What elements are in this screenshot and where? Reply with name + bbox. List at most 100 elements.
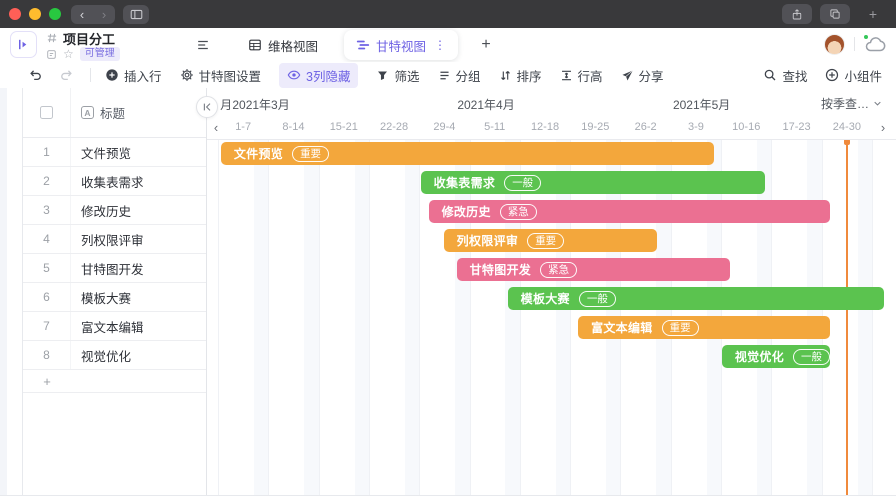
weekend-shade xyxy=(355,140,369,495)
row-title[interactable]: 视觉优化 xyxy=(71,346,131,365)
priority-badge: 重要 xyxy=(527,233,564,249)
add-view-button[interactable]: + xyxy=(476,36,496,54)
redo-button[interactable] xyxy=(59,68,74,82)
back-button[interactable]: ‹ xyxy=(71,5,93,24)
field-title-header[interactable]: A 标题 xyxy=(71,103,206,122)
new-window-tab-button[interactable]: + xyxy=(858,4,888,24)
add-row-button[interactable]: + xyxy=(23,370,206,393)
search-icon xyxy=(763,68,777,82)
gear-icon xyxy=(180,68,194,82)
undo-button[interactable] xyxy=(28,68,43,82)
forward-button[interactable]: › xyxy=(93,5,115,24)
widget-icon xyxy=(825,68,839,82)
zoom-window-button[interactable] xyxy=(49,8,61,20)
view-mode-label: 按季查… xyxy=(821,95,869,112)
next-week-button[interactable]: › xyxy=(876,120,890,135)
search-button[interactable]: 查找 xyxy=(763,66,807,85)
row-title[interactable]: 文件预览 xyxy=(71,143,131,162)
hidden-columns-button[interactable]: 3列隐藏 xyxy=(279,63,358,88)
plus-circle-icon xyxy=(105,68,119,82)
group-button[interactable]: 分组 xyxy=(438,66,481,85)
table-row[interactable]: 7富文本编辑 xyxy=(23,312,206,341)
share-window-button[interactable] xyxy=(782,4,812,24)
week-label: 3-9 xyxy=(671,121,721,133)
gantt-bar[interactable]: 视觉优化一般 xyxy=(722,345,830,368)
table-row[interactable]: 3修改历史 xyxy=(23,196,206,225)
view-list-toggle-icon[interactable] xyxy=(196,38,210,52)
priority-badge: 紧急 xyxy=(540,262,577,278)
weekend-shade xyxy=(254,140,268,495)
priority-badge: 重要 xyxy=(292,146,329,162)
group-icon xyxy=(438,69,451,82)
widgets-button[interactable]: 小组件 xyxy=(825,66,882,85)
text-field-icon: A xyxy=(81,106,94,119)
gantt-bar[interactable]: 富文本编辑重要 xyxy=(578,316,830,339)
avatar[interactable] xyxy=(824,34,845,55)
permission-badge[interactable]: 可管理 xyxy=(80,47,120,61)
row-title[interactable]: 富文本编辑 xyxy=(71,317,144,336)
table-row[interactable]: 4列权限评审 xyxy=(23,225,206,254)
week-label: 8-14 xyxy=(268,121,318,133)
main-area: A 标题 1文件预览2收集表需求3修改历史4列权限评审5甘特图开发6模板大赛7富… xyxy=(0,88,896,496)
sidebar-toggle-button[interactable] xyxy=(123,5,149,24)
description-icon[interactable] xyxy=(46,49,57,60)
tab-menu-icon[interactable]: ⋮ xyxy=(434,38,446,52)
sort-icon xyxy=(499,69,512,82)
collapse-panel-button[interactable] xyxy=(196,96,218,118)
expand-panel-icon[interactable] xyxy=(10,31,37,58)
gantt-bar[interactable]: 文件预览重要 xyxy=(221,142,714,165)
table-row[interactable]: 5甘特图开发 xyxy=(23,254,206,283)
tab-gantt-view[interactable]: 甘特视图 ⋮ xyxy=(344,30,458,60)
weekend-shade xyxy=(405,140,419,495)
row-title[interactable]: 修改历史 xyxy=(71,201,131,220)
toolbar-item-label: 分享 xyxy=(639,66,664,85)
gantt-bar-label: 列权限评审 xyxy=(457,232,519,249)
row-height-button[interactable]: 行高 xyxy=(560,66,603,85)
close-window-button[interactable] xyxy=(9,8,21,20)
row-number: 1 xyxy=(23,138,71,166)
view-mode-selector[interactable]: 按季查… xyxy=(821,95,882,112)
send-icon xyxy=(621,69,634,82)
gantt-panel: 按季查… 月2021年3月2021年4月2021年5月 ‹1-78-1415-2… xyxy=(207,88,896,495)
funnel-icon xyxy=(376,69,389,82)
page-title: 项目分工 xyxy=(63,29,115,48)
gantt-settings-button[interactable]: 甘特图设置 xyxy=(180,66,262,85)
minimize-window-button[interactable] xyxy=(29,8,41,20)
row-number: 5 xyxy=(23,254,71,282)
tab-grid-view[interactable]: 维格视图 xyxy=(236,30,330,60)
select-all-checkbox[interactable] xyxy=(40,106,53,119)
row-title[interactable]: 收集表需求 xyxy=(71,172,144,191)
table-row[interactable]: 2收集表需求 xyxy=(23,167,206,196)
field-title-label: 标题 xyxy=(100,103,125,122)
gantt-bar[interactable]: 收集表需求一般 xyxy=(421,171,765,194)
gantt-bar[interactable]: 甘特图开发紧急 xyxy=(457,258,730,281)
gantt-bar[interactable]: 列权限评审重要 xyxy=(444,229,657,252)
row-title[interactable]: 模板大赛 xyxy=(71,288,131,307)
toolbar-item-label: 甘特图设置 xyxy=(199,66,262,85)
toolbar-item-label: 查找 xyxy=(782,66,807,85)
weekend-shade xyxy=(304,140,318,495)
sort-button[interactable]: 排序 xyxy=(499,66,542,85)
plus-icon: + xyxy=(23,374,71,389)
insert-row-button[interactable]: 插入行 xyxy=(105,66,162,85)
grid-column xyxy=(369,140,419,495)
table-row[interactable]: 8视觉优化 xyxy=(23,341,206,370)
eye-icon xyxy=(287,68,301,82)
grid-column xyxy=(268,140,318,495)
duplicate-window-button[interactable] xyxy=(820,4,850,24)
week-label: 12-18 xyxy=(520,121,570,133)
record-table-panel: A 标题 1文件预览2收集表需求3修改历史4列权限评审5甘特图开发6模板大赛7富… xyxy=(22,88,207,495)
gantt-bar[interactable]: 模板大赛一般 xyxy=(508,287,884,310)
row-title[interactable]: 列权限评审 xyxy=(71,230,144,249)
table-row[interactable]: 1文件预览 xyxy=(23,138,206,167)
window-title-bar: ‹ › + xyxy=(0,0,896,28)
favorite-star-icon[interactable]: ☆ xyxy=(63,48,74,60)
share-view-button[interactable]: 分享 xyxy=(621,66,664,85)
gantt-bar[interactable]: 修改历史紧急 xyxy=(429,200,830,223)
sync-status-cloud-icon[interactable] xyxy=(864,36,886,53)
priority-badge: 一般 xyxy=(793,349,830,365)
row-title[interactable]: 甘特图开发 xyxy=(71,259,144,278)
table-row[interactable]: 6模板大赛 xyxy=(23,283,206,312)
week-label: 19-25 xyxy=(570,121,620,133)
filter-button[interactable]: 筛选 xyxy=(376,66,419,85)
